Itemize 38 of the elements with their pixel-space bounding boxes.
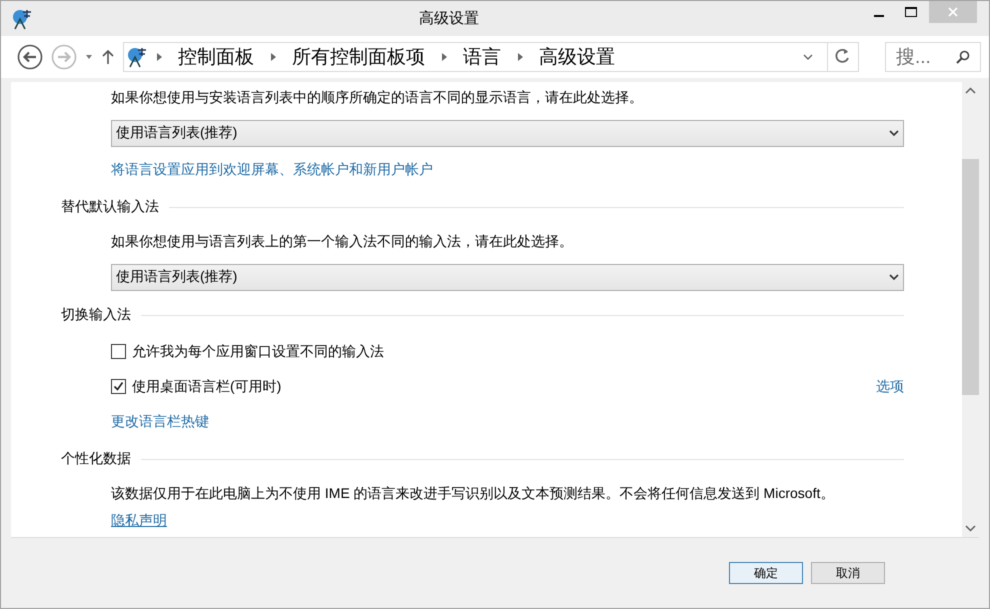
maximize-icon	[905, 7, 917, 17]
section-heading: 切换输入法	[61, 306, 131, 324]
checkbox[interactable]	[111, 379, 126, 394]
checkbox[interactable]	[111, 344, 126, 359]
breadcrumb-item[interactable]: 语言	[455, 44, 509, 70]
breadcrumb-item[interactable]: 高级设置	[531, 44, 623, 70]
checkbox-label[interactable]: 使用桌面语言栏(可用时)	[132, 378, 282, 396]
description-text: 该数据仅用于在此电脑上为不使用 IME 的语言来改进手写识别以及文本预测结果。不会将任何信息发送到 Microsoft。	[111, 485, 834, 503]
dropdown-arrow-icon[interactable]	[85, 54, 93, 60]
section-heading: 个性化数据	[61, 450, 131, 468]
chevron-down-icon	[889, 129, 899, 137]
language-globe-icon	[11, 8, 33, 30]
close-icon	[948, 7, 958, 17]
breadcrumb-item[interactable]: 所有控制面板项	[284, 44, 433, 70]
link[interactable]: 隐私声明	[111, 512, 167, 530]
scrollbar-thumb[interactable]	[962, 159, 979, 395]
language-globe-icon	[126, 46, 148, 68]
window-title: 高级设置	[418, 9, 480, 28]
options-link[interactable]: 选项	[876, 378, 904, 396]
scrollbar[interactable]	[962, 82, 979, 537]
dialog-button[interactable]: 取消	[811, 562, 885, 584]
search-icon	[956, 50, 970, 64]
breadcrumb-item[interactable]: 控制面板	[170, 44, 262, 70]
link[interactable]: 将语言设置应用到欢迎屏幕、系统帐户和新用户帐户	[111, 161, 433, 179]
section-heading: 替代默认输入法	[61, 198, 159, 216]
up-arrow-icon[interactable]	[101, 49, 115, 65]
search-field[interactable]: 搜...	[885, 42, 981, 72]
description-text: 如果你想使用与语言列表上的第一个输入法不同的输入法，请在此处选择。	[111, 233, 573, 251]
minimize-icon	[874, 15, 884, 17]
back-button[interactable]	[17, 44, 43, 70]
chevron-down-icon[interactable]	[803, 53, 813, 61]
dropdown[interactable]: 使用语言列表(推荐)	[111, 264, 904, 290]
dropdown[interactable]: 使用语言列表(推荐)	[111, 120, 904, 146]
checkbox-label[interactable]: 允许我为每个应用窗口设置不同的输入法	[132, 342, 384, 360]
link[interactable]: 更改语言栏热键	[111, 413, 209, 431]
chevron-down-icon	[889, 273, 899, 281]
dialog-button[interactable]: 确定	[729, 562, 803, 584]
description-text: 如果你想使用与安装语言列表中的顺序所确定的语言不同的显示语言，请在此处选择。	[111, 89, 643, 107]
